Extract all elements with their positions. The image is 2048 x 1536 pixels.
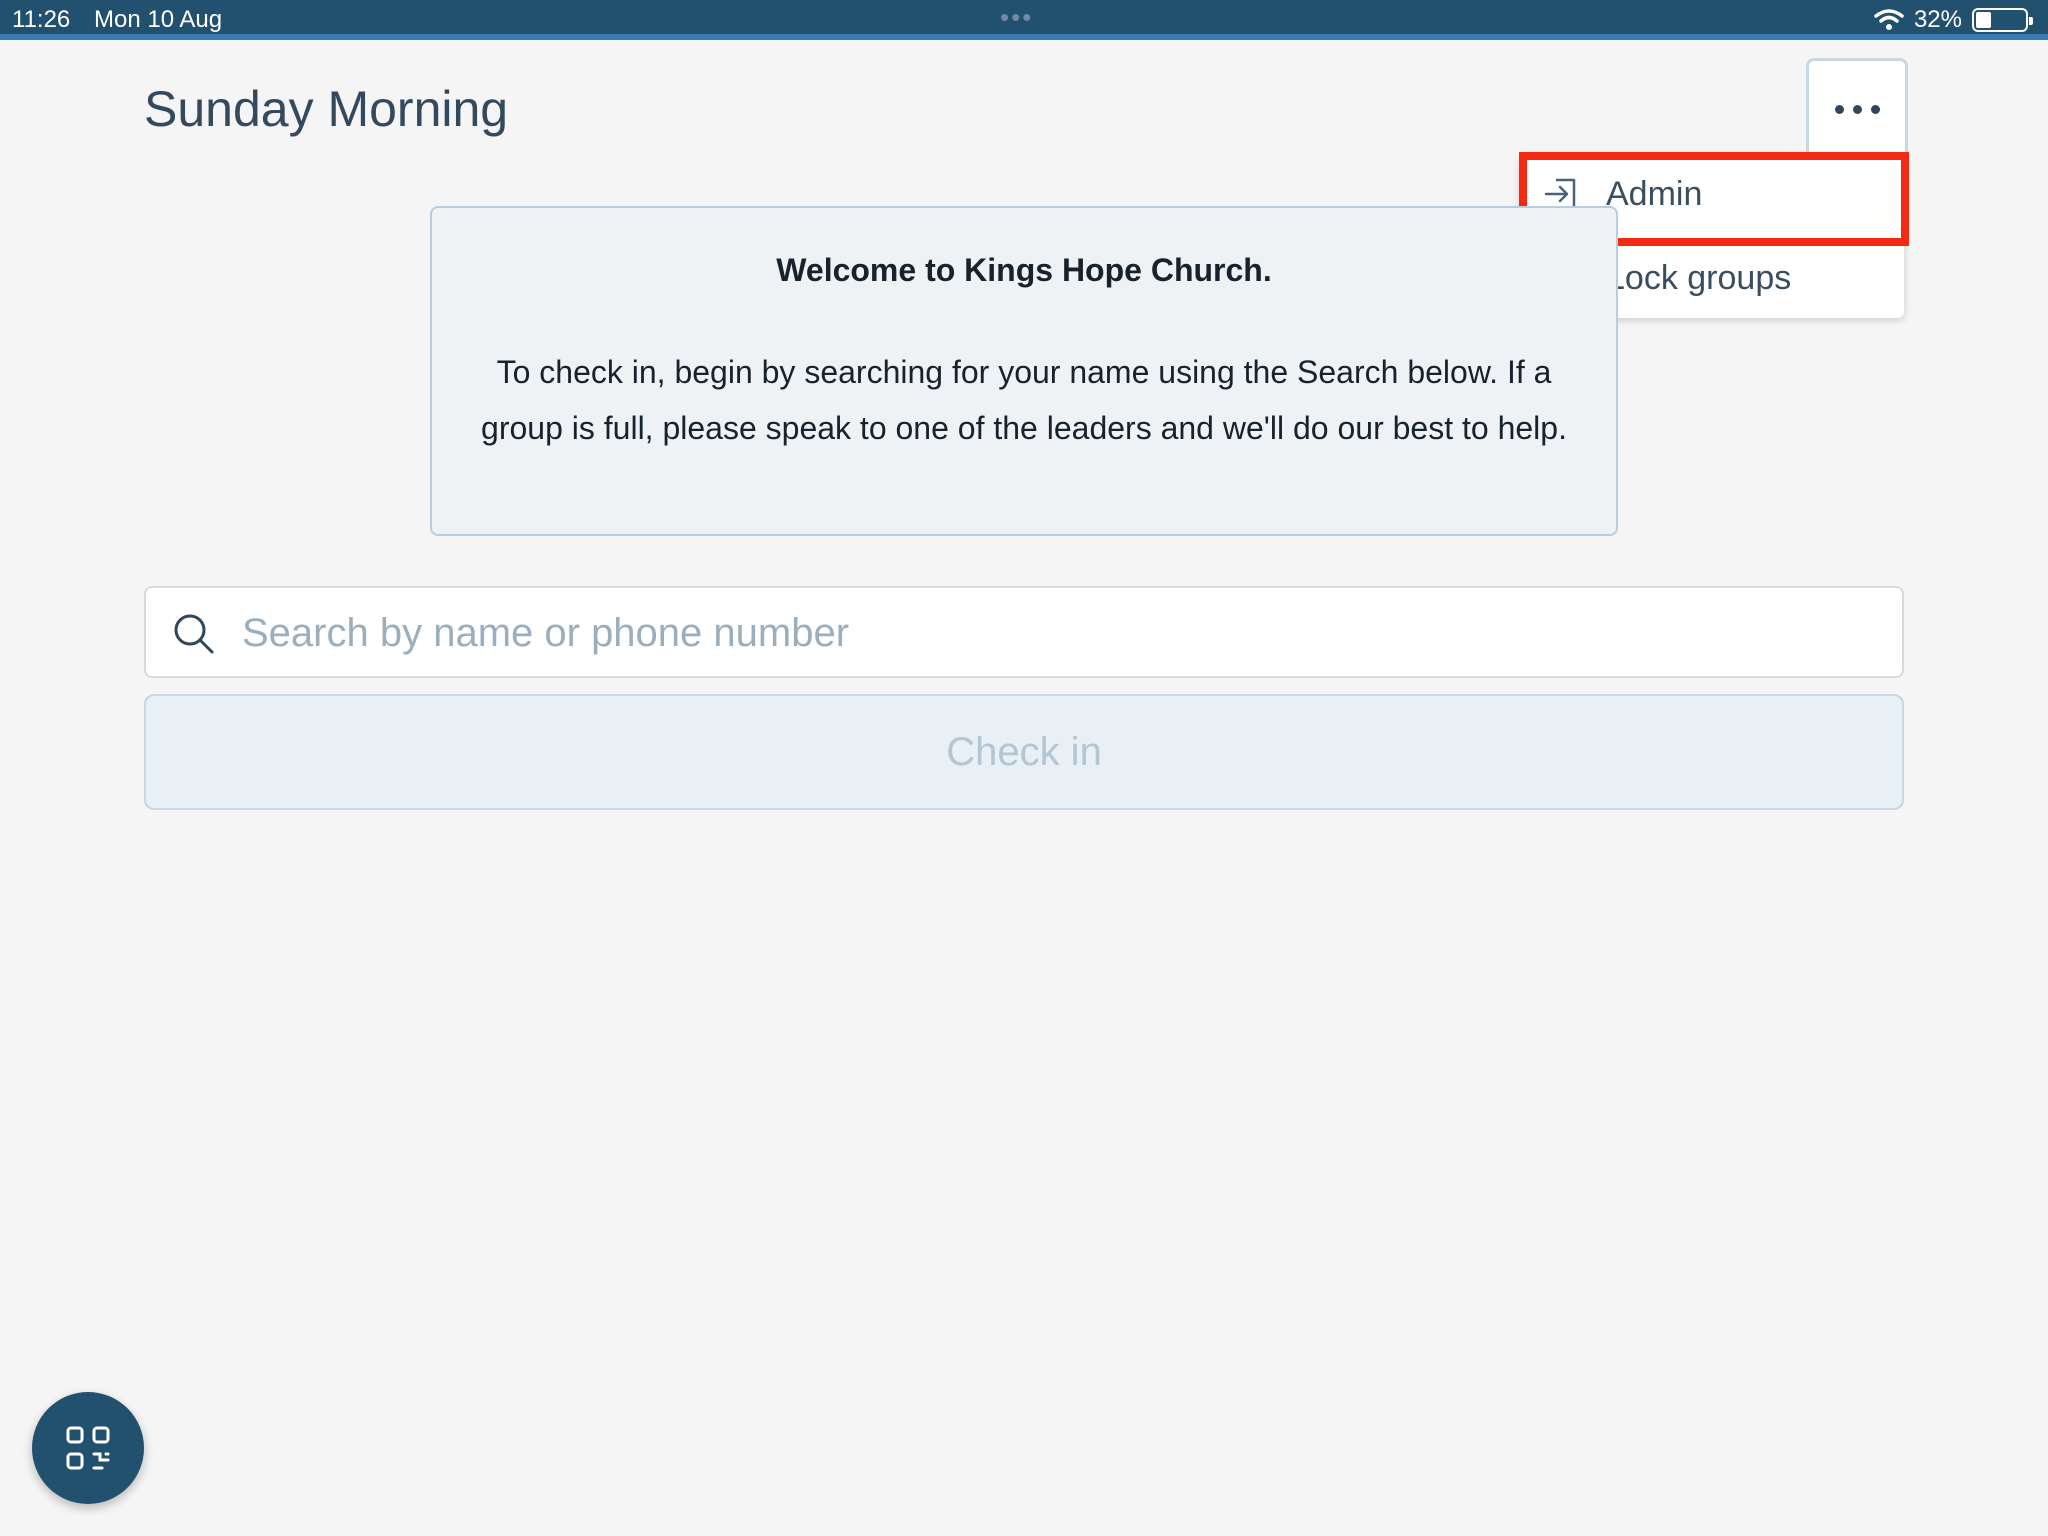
- battery-fill: [1976, 12, 1992, 28]
- menu-item-label: Lock groups: [1606, 258, 1792, 297]
- search-icon: [174, 614, 214, 654]
- page-title: Sunday Morning: [144, 81, 509, 137]
- check-in-button[interactable]: Check in: [144, 694, 1904, 810]
- search-box[interactable]: [144, 586, 1904, 678]
- battery-tip: [2029, 17, 2033, 25]
- more-dot-icon: [1870, 104, 1880, 114]
- welcome-card: Welcome to Kings Hope Church. To check i…: [430, 206, 1618, 536]
- search-input[interactable]: [242, 598, 1882, 668]
- battery-icon: [1972, 8, 2033, 32]
- more-options-button[interactable]: [1806, 58, 1908, 160]
- battery-percentage: 32%: [1913, 6, 1962, 33]
- more-dot-icon: [1834, 104, 1844, 114]
- status-bar: 11:26 Mon 10 Aug ••• 32%: [0, 0, 2048, 40]
- more-dot-icon: [1852, 104, 1862, 114]
- status-time: 11:26: [12, 6, 71, 33]
- status-indicators: 32%: [1874, 6, 2033, 34]
- welcome-title: Welcome to Kings Hope Church.: [776, 252, 1272, 288]
- wifi-icon: [1874, 9, 1904, 30]
- multitasking-dots-icon[interactable]: •••: [1000, 2, 1033, 33]
- qr-scan-button[interactable]: [32, 1392, 144, 1504]
- status-date: Mon 10 Aug: [94, 6, 223, 33]
- welcome-message: To check in, begin by searching for your…: [481, 354, 1567, 446]
- qr-code-icon: [66, 1426, 110, 1470]
